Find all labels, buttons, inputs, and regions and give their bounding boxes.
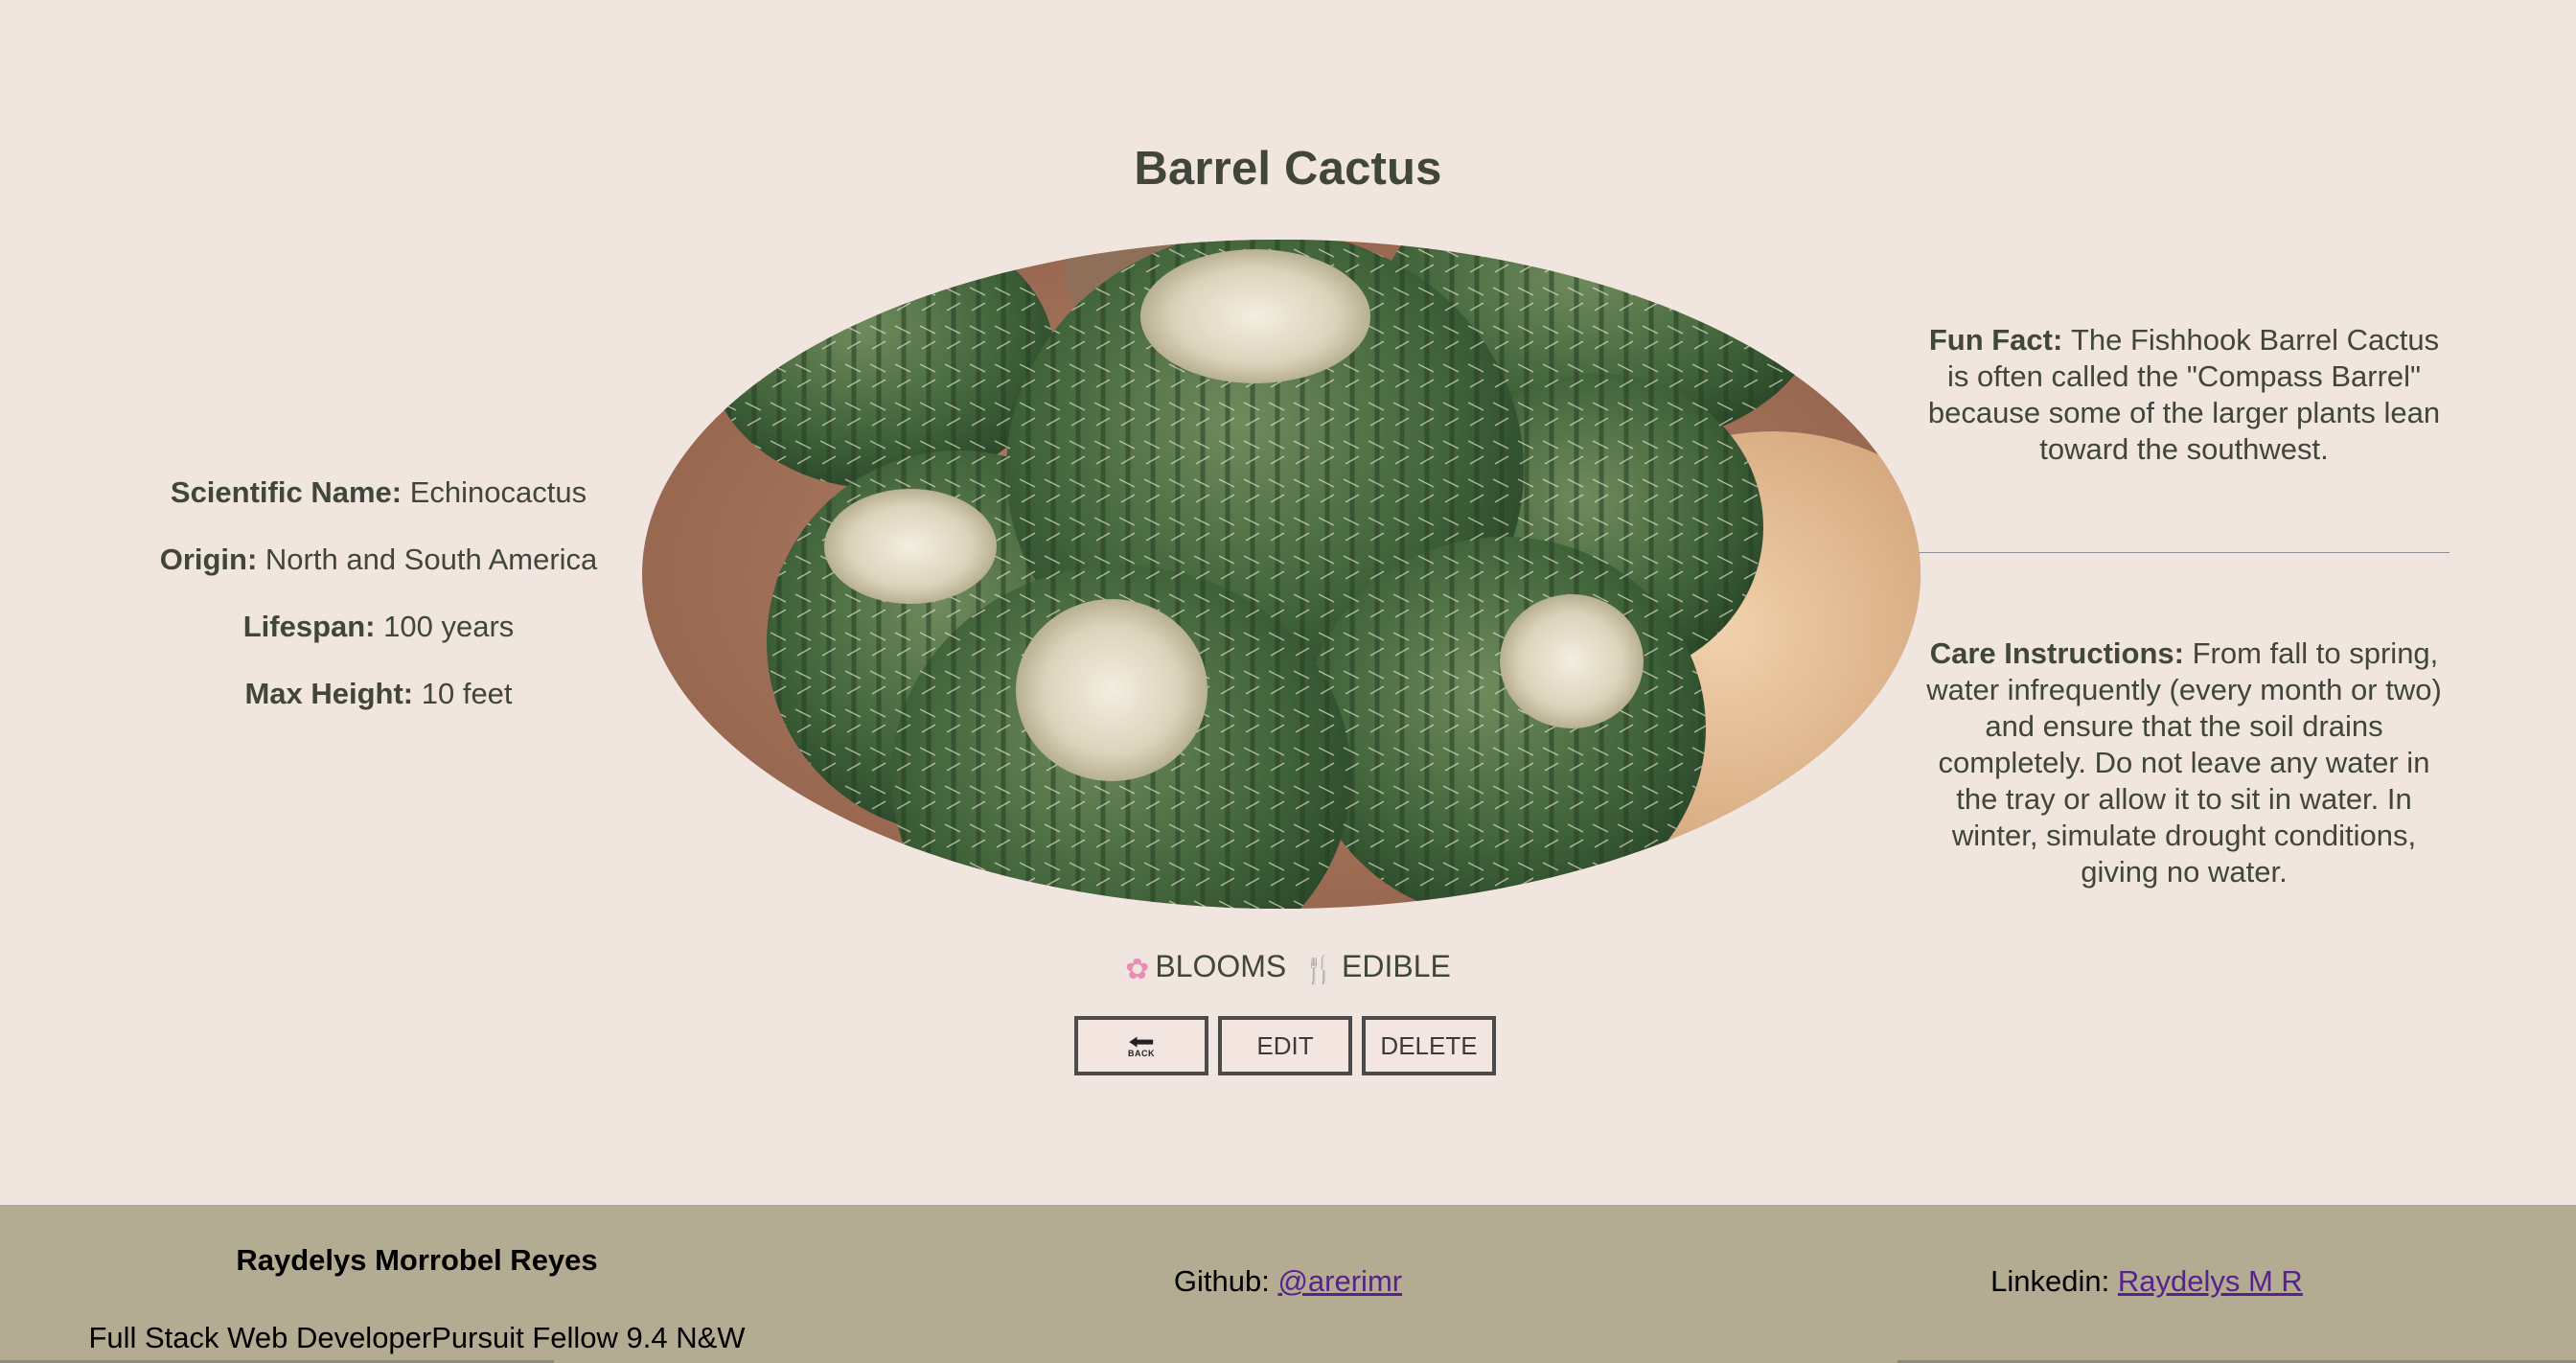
plant-image [642, 240, 1920, 909]
github-link[interactable]: @arerimr [1277, 1264, 1402, 1298]
care-instructions-text: From fall to spring, water infrequently … [1926, 636, 2442, 889]
fun-fact-label: Fun Fact: [1928, 323, 2071, 357]
delete-button[interactable]: DELETE [1362, 1016, 1496, 1075]
fork-and-knife-icon: 🍴 [1302, 955, 1336, 984]
plant-badges: ✿ BLOOMS 🍴 EDIBLE [0, 943, 2576, 993]
footer: Raydelys Morrobel Reyes Full Stack Web D… [0, 1205, 2576, 1363]
badge-edible-label: EDIBLE [1342, 949, 1451, 983]
max-height-row: Max Height: 10 feet [96, 669, 661, 736]
badge-blooms-label: BLOOMS [1155, 949, 1287, 983]
linkedin-label: Linkedin: [1990, 1264, 2118, 1298]
plant-notes: Fun Fact: The Fishhook Barrel Cactus is … [1919, 322, 2450, 890]
back-button[interactable]: ⬅ BACK [1074, 1016, 1208, 1075]
care-instructions: Care Instructions: From fall to spring, … [1919, 635, 2450, 890]
page-title: Barrel Cactus [1134, 143, 1442, 195]
plant-actions: ⬅ BACK EDIT DELETE [0, 1016, 2576, 1075]
origin-row: Origin: North and South America [96, 535, 661, 602]
cactus-photo [642, 240, 1920, 909]
badge-edible: 🍴 EDIBLE [1302, 943, 1451, 993]
lifespan-value: 100 years [383, 610, 515, 643]
github-label: Github: [1173, 1264, 1278, 1298]
lifespan-row: Lifespan: 100 years [96, 602, 661, 669]
linkedin-link[interactable]: Raydelys M R [2118, 1264, 2303, 1298]
back-arrow-icon: ⬅ BACK [1128, 1028, 1155, 1058]
footer-role: Full Stack Web DeveloperPursuit Fellow 9… [88, 1321, 746, 1354]
footer-linkedin: Linkedin: Raydelys M R [1878, 1264, 2415, 1299]
max-height-value: 10 feet [421, 677, 513, 710]
origin-value: North and South America [264, 543, 598, 576]
plant-details: Scientific Name: Echinocactus Origin: No… [96, 468, 661, 736]
lifespan-label: Lifespan: [242, 610, 384, 643]
notes-divider [1919, 552, 2450, 553]
scientific-name-row: Scientific Name: Echinocactus [96, 468, 661, 535]
max-height-label: Max Height: [244, 677, 422, 710]
origin-label: Origin: [159, 543, 265, 576]
edit-button[interactable]: EDIT [1218, 1016, 1352, 1075]
care-instructions-label: Care Instructions: [1929, 636, 2193, 670]
blossom-icon: ✿ [1125, 954, 1150, 985]
fun-fact: Fun Fact: The Fishhook Barrel Cactus is … [1919, 322, 2450, 552]
scientific-name-value: Echinocactus [409, 475, 587, 509]
scientific-name-label: Scientific Name: [170, 475, 410, 509]
badge-blooms: ✿ BLOOMS [1125, 943, 1286, 993]
